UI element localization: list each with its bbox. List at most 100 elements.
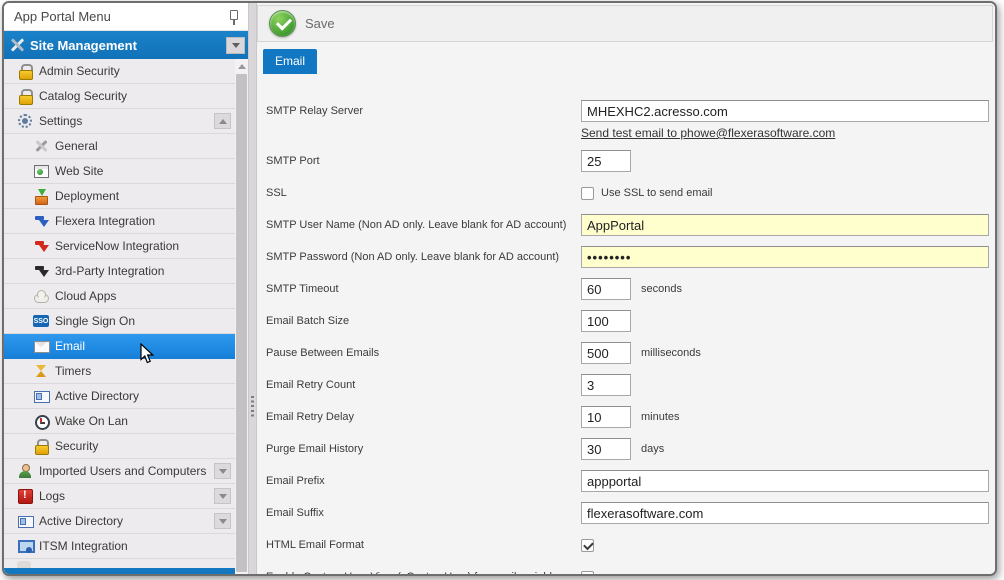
app-window: App Portal Menu Site Management Admin Se…	[2, 1, 997, 576]
smtp-port-input[interactable]	[581, 150, 631, 172]
chevron-down-icon[interactable]	[214, 513, 231, 529]
form-row: Email Retry Delay minutes	[266, 406, 995, 428]
integration-black-icon	[33, 263, 49, 279]
email-prefix-label: Email Prefix	[266, 475, 581, 487]
form-row: Email Suffix	[266, 502, 995, 524]
purge-email-history-label: Purge Email History	[266, 443, 581, 455]
users-icon	[17, 463, 33, 479]
form-row: SMTP User Name (Non AD only. Leave blank…	[266, 214, 995, 236]
ssl-label: SSL	[266, 187, 581, 199]
smtp-timeout-label: SMTP Timeout	[266, 283, 581, 295]
email-retry-count-input[interactable]	[581, 374, 631, 396]
sidebar-group-site-management[interactable]: Site Management	[4, 31, 248, 59]
sidebar-item-logs[interactable]: Logs	[4, 484, 235, 509]
scrollbar-thumb[interactable]	[236, 74, 247, 572]
enable-custom-user-view-checkbox[interactable]	[581, 571, 594, 575]
sidebar-item-label: Settings	[39, 114, 82, 128]
email-prefix-input[interactable]	[581, 470, 989, 492]
tools-icon	[33, 138, 49, 154]
deployment-icon	[33, 188, 49, 204]
sidebar-scrollbar[interactable]	[235, 59, 248, 574]
email-retry-delay-label: Email Retry Delay	[266, 411, 581, 423]
sidebar-item-label: Admin Security	[39, 64, 120, 78]
integration-blue-icon	[33, 213, 49, 229]
sidebar-item-label: 3rd-Party Integration	[55, 264, 164, 278]
send-test-email-link[interactable]: Send test email to phowe@flexerasoftware…	[581, 126, 835, 140]
sidebar-item-active-directory[interactable]: Active Directory	[4, 509, 235, 534]
logs-icon	[17, 488, 33, 504]
sidebar-item-flexera-integration[interactable]: Flexera Integration	[4, 209, 235, 234]
form-row: SMTP Timeout seconds	[266, 278, 995, 300]
sidebar-item-label: Email	[55, 339, 85, 353]
form-row: Email Batch Size	[266, 310, 995, 332]
chevron-down-icon[interactable]	[214, 488, 231, 504]
smtp-port-label: SMTP Port	[266, 155, 581, 167]
sidebar-item-3rd-party-integration[interactable]: 3rd-Party Integration	[4, 259, 235, 284]
collapsed-group-header[interactable]	[4, 568, 235, 574]
form-row: SMTP Port	[266, 150, 995, 172]
save-check-icon[interactable]	[269, 10, 296, 37]
smtp-user-name-label: SMTP User Name (Non AD only. Leave blank…	[266, 219, 581, 231]
form-row: Pause Between Emails milliseconds	[266, 342, 995, 364]
sidebar-item-label: Security	[55, 439, 98, 453]
toolbar: Save	[257, 5, 993, 42]
sidebar-item-label: Active Directory	[55, 389, 139, 403]
pause-between-emails-label: Pause Between Emails	[266, 347, 581, 359]
group-collapse-button[interactable]	[226, 37, 245, 54]
form-row: Purge Email History days	[266, 438, 995, 460]
sidebar-item-label: ServiceNow Integration	[55, 239, 179, 253]
sidebar-item-label: Imported Users and Computers	[39, 464, 206, 478]
tab-email[interactable]: Email	[263, 49, 317, 74]
sidebar-item-label: Timers	[55, 364, 91, 378]
lock-icon	[33, 438, 49, 454]
form-row: SMTP Relay Server Send test email to pho…	[266, 100, 995, 140]
sidebar-item-admin-security[interactable]: Admin Security	[4, 59, 235, 84]
sidebar-item-wake-on-lan[interactable]: Wake On Lan	[4, 409, 235, 434]
sidebar-item-servicenow-integration[interactable]: ServiceNow Integration	[4, 234, 235, 259]
sidebar: App Portal Menu Site Management Admin Se…	[4, 3, 248, 574]
smtp-user-name-input[interactable]	[581, 214, 989, 236]
directory-icon	[17, 513, 33, 529]
email-retry-delay-input[interactable]	[581, 406, 631, 428]
sidebar-item-active-directory[interactable]: Active Directory	[4, 384, 235, 409]
purge-email-history-input[interactable]	[581, 438, 631, 460]
sidebar-item-label: Flexera Integration	[55, 214, 155, 228]
sso-icon	[33, 313, 49, 329]
sidebar-item-single-sign-on[interactable]: Single Sign On	[4, 309, 235, 334]
smtp-relay-server-input[interactable]	[581, 100, 989, 122]
chevron-down-icon[interactable]	[214, 463, 231, 479]
sidebar-item-general[interactable]: General	[4, 134, 235, 159]
save-button[interactable]: Save	[305, 16, 335, 31]
sidebar-item-itsm-integration[interactable]: ITSM Integration	[4, 534, 235, 559]
chevron-up-icon[interactable]	[214, 113, 231, 129]
sidebar-item-security[interactable]: Security	[4, 434, 235, 459]
lock-icon	[17, 63, 33, 79]
html-email-format-checkbox[interactable]	[581, 539, 594, 552]
sidebar-item-imported-users-and-computers[interactable]: Imported Users and Computers	[4, 459, 235, 484]
sidebar-item-email[interactable]: Email	[4, 334, 235, 359]
enable-custom-user-view-label: Enable Custom User View (vCustomUser) fo…	[266, 571, 581, 574]
use-ssl-checkbox[interactable]	[581, 187, 594, 200]
email-batch-size-input[interactable]	[581, 310, 631, 332]
sidebar-title: App Portal Menu	[14, 9, 226, 24]
sidebar-item-timers[interactable]: Timers	[4, 359, 235, 384]
sidebar-item-deployment[interactable]: Deployment	[4, 184, 235, 209]
pane-splitter[interactable]	[248, 3, 257, 574]
sidebar-item-cloud-apps[interactable]: Cloud Apps	[4, 284, 235, 309]
sidebar-item-settings[interactable]: Settings	[4, 109, 235, 134]
smtp-timeout-input[interactable]	[581, 278, 631, 300]
scrollbar-up-arrow-icon[interactable]	[235, 59, 248, 74]
pause-between-emails-unit: milliseconds	[641, 347, 701, 359]
main-content: Save Email SMTP Relay Server Send test e…	[257, 3, 995, 574]
lock-icon	[17, 88, 33, 104]
html-email-format-label: HTML Email Format	[266, 539, 581, 551]
pin-icon[interactable]	[226, 8, 242, 26]
sidebar-item-catalog-security[interactable]: Catalog Security	[4, 84, 235, 109]
sidebar-item-label: Single Sign On	[55, 314, 135, 328]
site-management-icon	[9, 37, 25, 53]
alarm-clock-icon	[33, 413, 49, 429]
smtp-password-input[interactable]	[581, 246, 989, 268]
email-suffix-input[interactable]	[581, 502, 989, 524]
sidebar-item-web-site[interactable]: Web Site	[4, 159, 235, 184]
pause-between-emails-input[interactable]	[581, 342, 631, 364]
